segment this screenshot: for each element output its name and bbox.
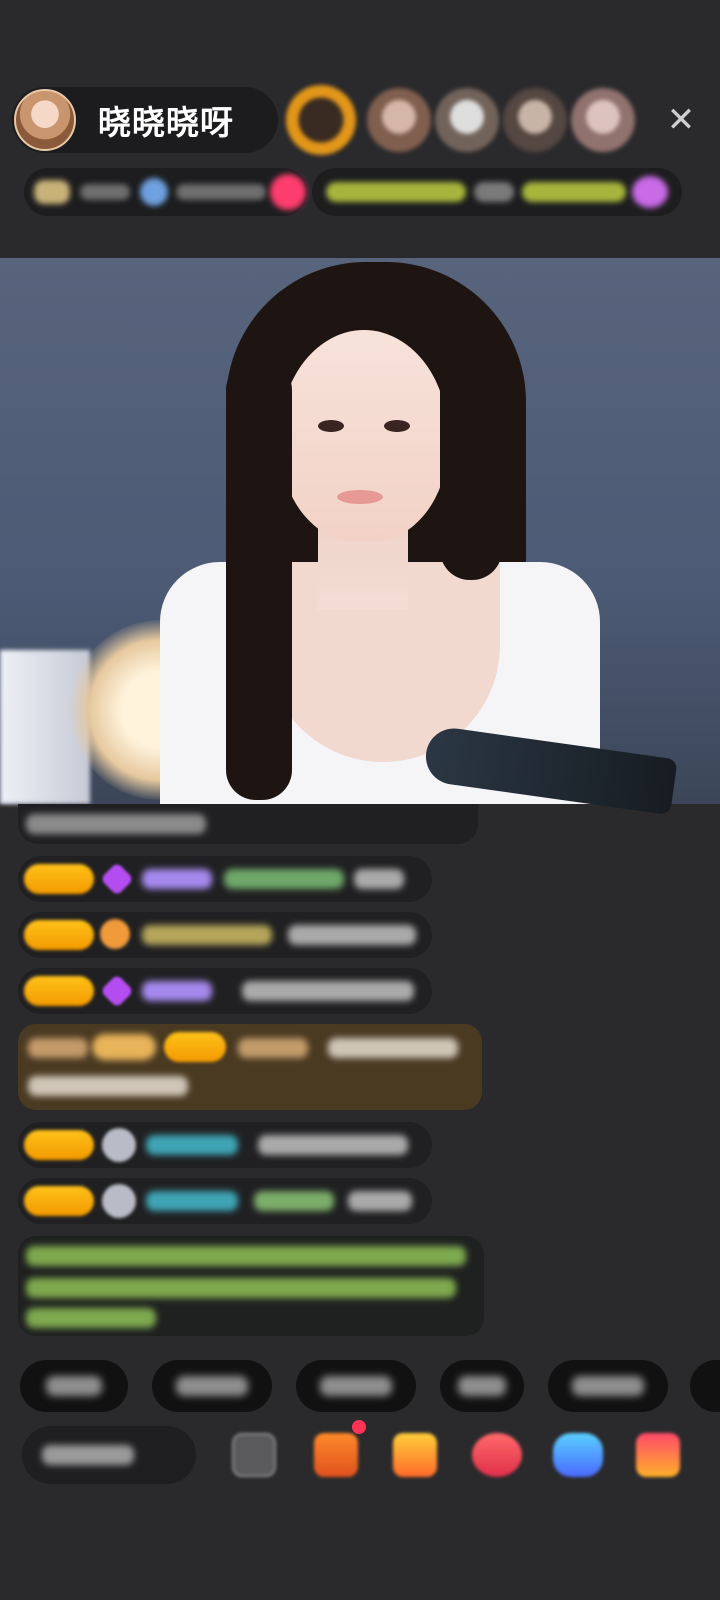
quick-reply-chip[interactable] <box>690 1360 720 1412</box>
host-name: 晓晓晓呀 <box>98 103 234 142</box>
fan-club-icon[interactable] <box>472 1433 522 1477</box>
viewer-avatar[interactable] <box>571 88 635 152</box>
close-icon[interactable]: ✕ <box>664 103 698 137</box>
game-icon[interactable] <box>553 1433 603 1477</box>
streamer-hair-front <box>440 360 502 580</box>
gift-box-icon[interactable] <box>314 1433 358 1477</box>
chat-message[interactable] <box>18 968 432 1014</box>
chat-message[interactable] <box>18 804 478 844</box>
chat-message[interactable] <box>18 912 432 958</box>
host-info-pill[interactable]: 晓晓晓呀 <box>12 87 278 153</box>
quick-reply-chip[interactable] <box>20 1360 128 1412</box>
highlighted-chat-message[interactable] <box>18 1024 482 1110</box>
streamer-lips <box>337 490 383 504</box>
top-viewer-avatar[interactable] <box>286 85 356 155</box>
host-stats-bar[interactable] <box>24 168 308 216</box>
emoji-icon[interactable] <box>232 1433 276 1477</box>
chat-message[interactable] <box>18 1122 432 1168</box>
treasure-icon[interactable] <box>393 1433 437 1477</box>
host-avatar[interactable] <box>14 89 76 151</box>
system-notice <box>18 1236 484 1336</box>
streamer-hair-front <box>226 360 292 800</box>
viewer-avatar[interactable] <box>503 88 567 152</box>
chat-input[interactable] <box>22 1426 196 1484</box>
gift-icon[interactable] <box>636 1433 680 1477</box>
notification-dot <box>352 1420 366 1434</box>
streamer-eye <box>318 420 344 432</box>
chat-message[interactable] <box>18 856 432 902</box>
viewer-avatar[interactable] <box>367 88 431 152</box>
quick-reply-chip[interactable] <box>296 1360 416 1412</box>
streamer-eye <box>384 420 410 432</box>
quick-reply-chip[interactable] <box>440 1360 524 1412</box>
viewer-avatar[interactable] <box>435 88 499 152</box>
rank-banner[interactable] <box>312 168 682 216</box>
quick-reply-chip[interactable] <box>152 1360 272 1412</box>
streamer-face <box>280 330 448 542</box>
chat-message[interactable] <box>18 1178 432 1224</box>
quick-reply-chip[interactable] <box>548 1360 668 1412</box>
